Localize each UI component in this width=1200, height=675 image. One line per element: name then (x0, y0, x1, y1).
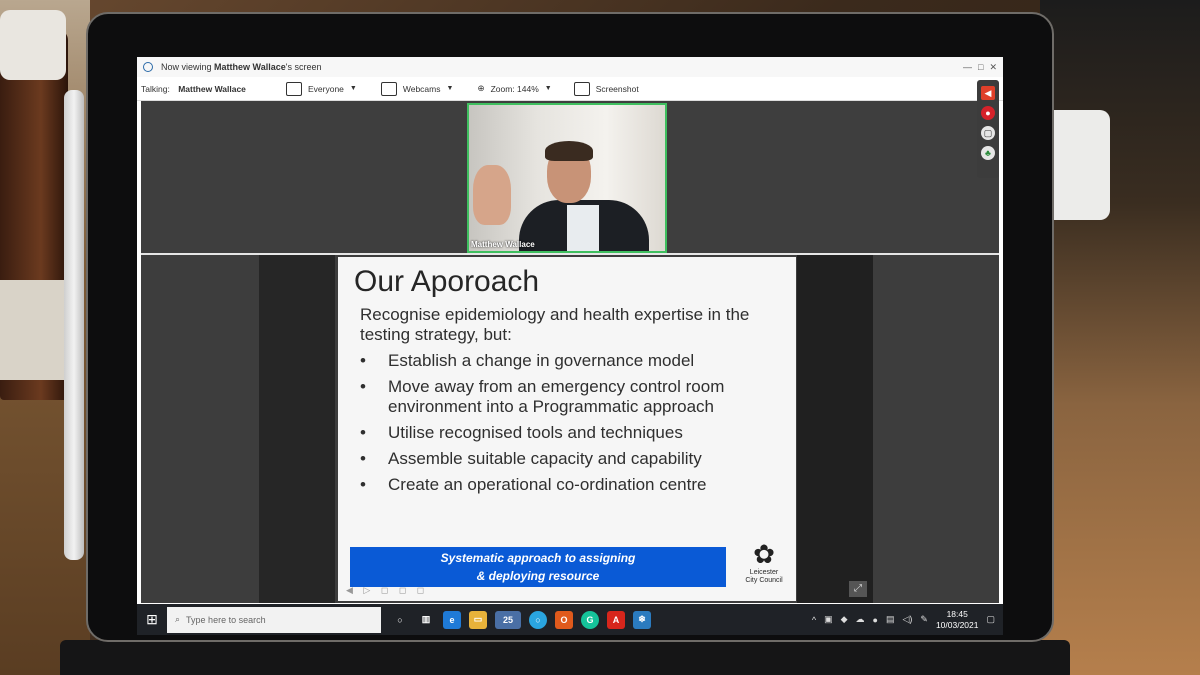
app-icon (143, 62, 153, 72)
camera-icon (380, 81, 397, 96)
chevron-down-icon: ▼ (349, 85, 357, 92)
webcam-name-label: Matthew Wallace (471, 240, 535, 249)
mic-icon[interactable]: ● (981, 106, 995, 120)
stylus-pen (64, 90, 84, 560)
screen: Now viewing Matthew Wallace 's screen — … (137, 57, 1003, 635)
slide-title: Our Aporoach (354, 265, 540, 298)
alexa-icon[interactable]: ○ (529, 610, 547, 629)
window-controls: — □ ✕ (963, 62, 997, 73)
talking-indicator: Talking: Matthew Wallace (141, 84, 286, 94)
system-tray: ^ ▣ ◆ ☁ ● ▤ ◁) ✎ 18:45 10/03/2021 ▢ (812, 609, 995, 631)
zoom-label: Zoom: 144% (490, 83, 539, 94)
mail-badge: 25 (502, 614, 513, 625)
zoom-dropdown[interactable]: ⊕ Zoom: 144% ▼ (477, 83, 551, 94)
bottle-cap (0, 10, 66, 80)
windows-start-icon[interactable]: ⊞ (137, 604, 167, 635)
snowflake-app-icon[interactable]: ❄ (633, 610, 651, 629)
back-arrow-icon[interactable]: ◀ (981, 86, 995, 100)
plant-icon[interactable]: ♣ (981, 146, 995, 160)
slide-banner: Systematic approach to assigning & deplo… (350, 547, 726, 587)
window-icon[interactable]: ▢ (981, 126, 995, 140)
people-icon (286, 81, 302, 96)
cloud-icon[interactable]: ☁ (856, 614, 865, 625)
slide-bullet: Utilise recognised tools and techniques (360, 423, 780, 443)
slide-bullet-list: Establish a change in governance model M… (360, 351, 780, 501)
talking-name: Matthew Wallace (178, 83, 246, 94)
shared-margin-left (259, 255, 335, 603)
meeting-toolbar: Talking: Matthew Wallace Everyone ▼ Webc… (137, 77, 1003, 101)
slide-bullet: Establish a change in governance model (360, 351, 780, 371)
presenter-name: Matthew Wallace (214, 62, 286, 72)
bottle-label (0, 280, 66, 380)
taskbar-search-input[interactable]: ⌕ Type here to search (167, 606, 381, 633)
viewing-prefix: Now viewing (161, 62, 212, 72)
laptop-keyboard (60, 640, 1070, 675)
banner-line-1: Systematic approach to assigning (440, 551, 636, 565)
task-view-icon[interactable]: ▥ (417, 611, 435, 629)
file-explorer-icon[interactable]: ▭ (469, 610, 487, 629)
presenter-hand (473, 165, 511, 225)
search-placeholder: Type here to search (186, 614, 266, 625)
presentation-slide: Our Aporoach Recognise epidemiology and … (338, 257, 796, 601)
side-toolbar: ◀ ● ▢ ♣ (977, 80, 999, 178)
audience-label: Everyone (308, 83, 344, 94)
maximize-button[interactable]: □ (978, 62, 983, 73)
chevron-up-icon[interactable]: ^ (812, 615, 816, 625)
edge-icon[interactable]: e (443, 610, 461, 629)
clock-time: 18:45 (946, 608, 968, 619)
council-logo: ✿ Leicester City Council (738, 539, 790, 599)
slide-bullet: Move away from an emergency control room… (360, 377, 780, 417)
title-bar: Now viewing Matthew Wallace 's screen — … (137, 57, 1003, 77)
outlook-icon[interactable]: O (555, 610, 573, 629)
rose-logo-icon: ✿ (753, 539, 775, 569)
council-name-1: Leicester (749, 569, 779, 576)
webcams-dropdown[interactable]: Webcams ▼ (380, 81, 454, 96)
network-icon[interactable]: ▤ (886, 614, 895, 625)
banner-line-2: & deploying resource (476, 569, 600, 583)
presenter-shirt (567, 205, 599, 251)
slide-bullet: Assemble suitable capacity and capabilit… (360, 449, 780, 469)
screenshot-label: Screenshot (595, 83, 639, 94)
screenshot-button[interactable]: Screenshot (573, 81, 639, 96)
slide-intro: Recognise epidemiology and health expert… (360, 305, 750, 344)
background-left (0, 0, 90, 675)
search-icon: ⌕ (175, 614, 181, 624)
expand-icon[interactable]: ⤢ (849, 581, 867, 597)
close-button[interactable]: ✕ (989, 62, 997, 73)
microphone-icon[interactable]: ● (873, 615, 878, 625)
council-name-2: City Council (745, 577, 783, 584)
talking-label: Talking: (141, 83, 170, 94)
acrobat-icon[interactable]: A (607, 610, 625, 629)
audience-dropdown[interactable]: Everyone ▼ (286, 81, 357, 96)
webcam-feed[interactable]: Matthew Wallace (467, 103, 667, 253)
dropbox-icon[interactable]: ◆ (841, 614, 848, 625)
zoom-icon: ⊕ (477, 83, 485, 93)
slide-navigation[interactable]: ◀ ▷ ◻ ◻ ◻ (346, 585, 428, 596)
presenter-hair (545, 141, 593, 161)
clock[interactable]: 18:45 10/03/2021 (936, 609, 979, 631)
grammarly-icon[interactable]: G (581, 610, 599, 629)
background-right (1040, 0, 1200, 675)
screenshot-icon (573, 81, 590, 96)
webcams-label: Webcams (402, 83, 441, 94)
taskbar: ⊞ ⌕ Type here to search ○ ▥ e ▭ 25 ○ O G… (137, 604, 1003, 635)
shared-margin-right (797, 255, 873, 603)
viewing-suffix: 's screen (285, 62, 322, 72)
clock-date: 10/03/2021 (935, 619, 979, 630)
notification-icon[interactable]: ▢ (986, 614, 995, 625)
chevron-down-icon: ▼ (446, 85, 454, 92)
teams-icon[interactable]: ▣ (824, 614, 833, 625)
pen-icon[interactable]: ✎ (920, 614, 928, 625)
minimize-button[interactable]: — (963, 62, 972, 73)
taskbar-apps: ○ ▥ e ▭ 25 ○ O G A ❄ (391, 610, 651, 629)
slide-bullet: Create an operational co-ordination cent… (360, 475, 780, 495)
mail-icon[interactable]: 25 (495, 610, 521, 629)
shared-screen-area: Our Aporoach Recognise epidemiology and … (141, 255, 999, 603)
cortana-icon[interactable]: ○ (391, 611, 409, 629)
chevron-down-icon: ▼ (544, 85, 552, 92)
volume-icon[interactable]: ◁) (902, 614, 912, 625)
